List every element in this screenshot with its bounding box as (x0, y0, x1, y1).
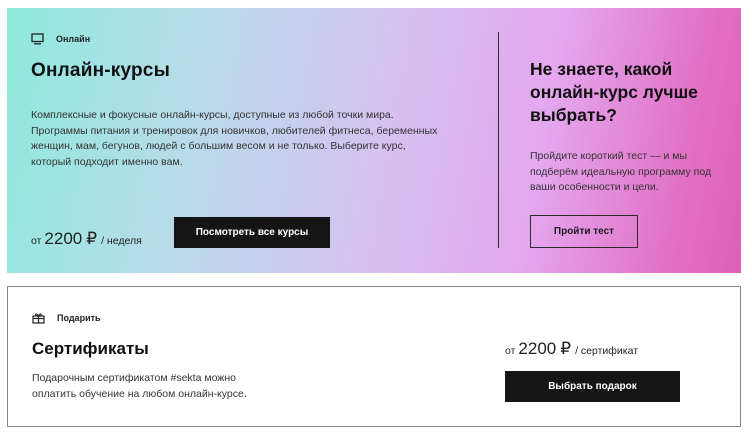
online-tag: Онлайн (31, 33, 90, 45)
price-unit: / неделя (101, 235, 142, 247)
price-prefix: от (505, 345, 516, 357)
vertical-divider (498, 32, 499, 248)
quiz-description: Пройдите короткий тест — и мы подберём и… (530, 150, 712, 193)
gift-certificates-card: Подарить Сертификаты Подарочным сертифик… (7, 286, 741, 427)
gift-tag: Подарить (32, 312, 101, 324)
price-prefix: от (31, 235, 42, 247)
quiz-title: Не знаете, какой онлайн-курс лучше выбра… (530, 59, 698, 125)
certificate-price: от 2200 ₽ / сертификат (505, 339, 638, 359)
online-courses-title: Онлайн-курсы (31, 60, 170, 81)
monitor-icon (31, 33, 44, 45)
ruble-icon: ₽ (86, 229, 98, 248)
gift-icon (32, 312, 45, 324)
online-price: от 2200 ₽ / неделя (31, 229, 142, 249)
price-amount: 2200 (518, 339, 557, 358)
online-tag-label: Онлайн (56, 34, 91, 44)
price-unit: / сертификат (575, 345, 639, 357)
choose-gift-button[interactable]: Выбрать подарок (505, 371, 680, 402)
ruble-icon: ₽ (560, 339, 572, 358)
online-courses-card: Онлайн Онлайн-курсы Комплексные и фокусн… (7, 8, 741, 273)
take-test-button[interactable]: Пройти тест (530, 215, 638, 248)
view-all-courses-button[interactable]: Посмотреть все курсы (174, 217, 330, 248)
online-courses-description: Комплексные и фокусные онлайн-курсы, дос… (31, 109, 438, 168)
certificates-title: Сертификаты (32, 339, 149, 358)
certificates-description: Подарочным сертификатом #sekta можно опл… (32, 372, 247, 400)
gift-tag-label: Подарить (57, 313, 101, 323)
price-amount: 2200 (44, 229, 83, 248)
